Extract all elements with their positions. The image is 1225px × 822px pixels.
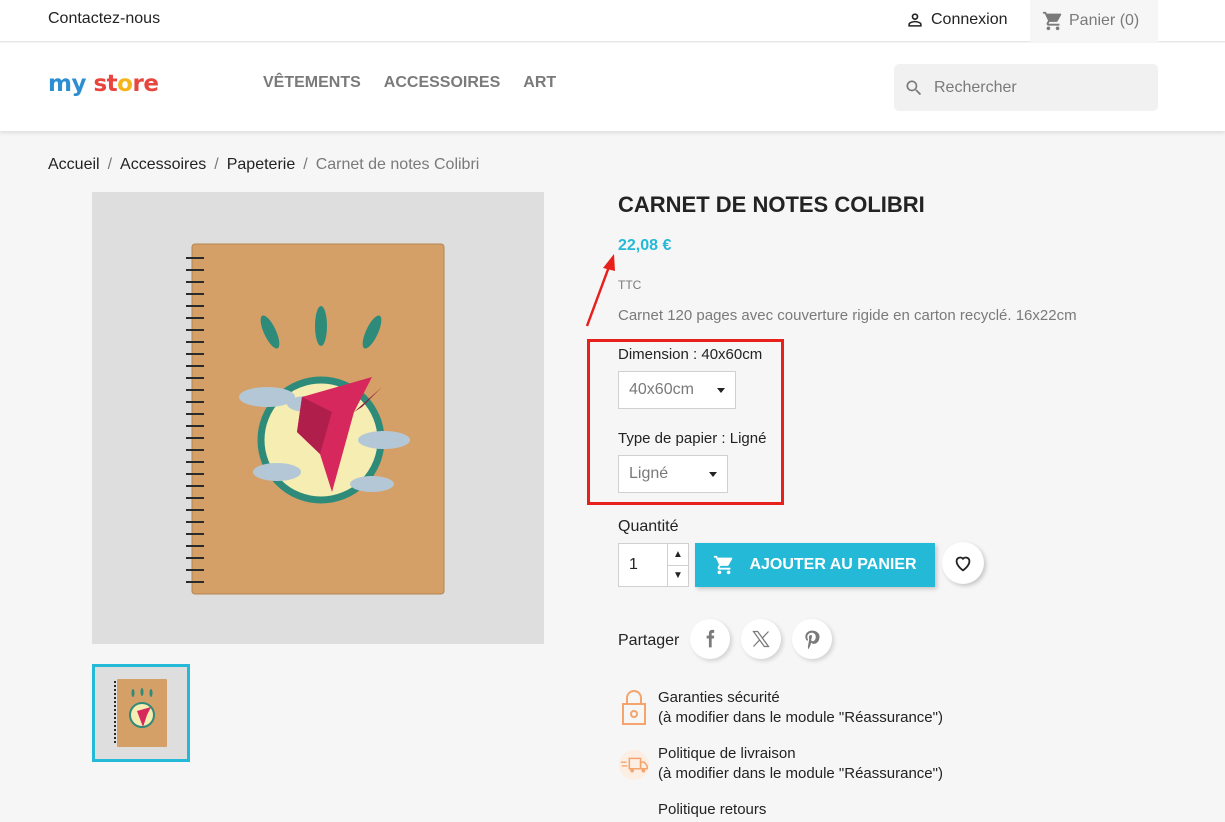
login-link[interactable]: Connexion <box>905 10 1008 30</box>
dimension-select-value: 40x60cm <box>629 381 694 398</box>
user-icon <box>908 13 922 27</box>
menu-item-accessoires[interactable]: ACCESSOIRES <box>384 74 500 92</box>
top-bar: Contactez-nous Connexion Panier (0) <box>0 0 1225 42</box>
breadcrumb-separator: / <box>214 156 219 173</box>
menu-item-art[interactable]: ART <box>523 74 556 92</box>
dimension-label: Dimension : 40x60cm <box>618 346 763 363</box>
cart-icon <box>714 555 733 575</box>
product-price: 22,08 € <box>618 237 672 254</box>
truck-icon <box>618 744 650 782</box>
paper-type-select[interactable]: Ligné <box>618 455 728 493</box>
pinterest-icon <box>805 630 820 649</box>
x-icon <box>752 630 770 648</box>
product-description: Carnet 120 pages avec couverture rigide … <box>618 307 1077 324</box>
cart-button[interactable]: Panier (0) <box>1030 0 1158 42</box>
reassurance-subtitle: (à modifier dans le module "Réassurance"… <box>658 709 943 726</box>
breadcrumb-accueil[interactable]: Accueil <box>48 156 100 174</box>
reassurance-title: Politique retours <box>658 801 767 818</box>
add-to-cart-button[interactable]: AJOUTER AU PANIER <box>695 543 935 587</box>
breadcrumb-accessoires[interactable]: Accessoires <box>120 156 206 174</box>
breadcrumb-current: Carnet de notes Colibri <box>315 156 480 173</box>
store-logo[interactable]: my store <box>48 71 159 97</box>
product-thumbnail[interactable] <box>92 664 190 762</box>
logo-part: my <box>48 71 86 97</box>
logo-part: st <box>93 71 118 97</box>
quantity-up-icon[interactable]: ▲ <box>668 544 688 566</box>
reassurance-title: Garanties sécurité <box>658 689 780 706</box>
heart-icon <box>955 556 971 572</box>
cart-icon <box>1042 11 1062 31</box>
search-box <box>894 64 1158 111</box>
facebook-icon <box>706 629 715 648</box>
wishlist-button[interactable] <box>942 542 984 584</box>
reassurance-item: Garanties sécurité (à modifier dans le m… <box>618 688 943 728</box>
quantity-stepper: ▲ ▼ <box>618 543 689 587</box>
notebook-thumbnail-illustration <box>114 679 167 747</box>
share-pinterest-button[interactable] <box>792 619 832 659</box>
quantity-input[interactable] <box>619 544 667 586</box>
main-header: my store VÊTEMENTS ACCESSOIRES ART <box>0 43 1225 131</box>
quantity-down-icon[interactable]: ▼ <box>668 566 688 587</box>
tax-label: TTC <box>618 278 642 292</box>
share-x-button[interactable] <box>741 619 781 659</box>
product-title: CARNET DE NOTES COLIBRI <box>618 192 925 217</box>
breadcrumb-separator: / <box>303 156 308 173</box>
reassurance-subtitle: (à modifier dans le module "Réassurance"… <box>658 765 943 782</box>
breadcrumb-papeterie[interactable]: Papeterie <box>227 156 296 174</box>
quantity-label: Quantité <box>618 518 679 535</box>
product-main-image[interactable] <box>92 192 544 644</box>
breadcrumb: Accueil / Accessoires / Papeterie / Carn… <box>48 156 479 174</box>
lock-icon <box>618 688 650 726</box>
paper-type-select-value: Ligné <box>629 465 669 482</box>
share-label: Partager <box>618 632 680 649</box>
share-facebook-button[interactable] <box>690 619 730 659</box>
add-to-cart-label: AJOUTER AU PANIER <box>749 556 917 573</box>
reassurance-item: Politique de livraison (à modifier dans … <box>618 744 943 784</box>
reassurance-title: Politique de livraison <box>658 745 796 762</box>
caret-down-icon <box>709 471 717 477</box>
breadcrumb-separator: / <box>107 156 113 173</box>
annotation-arrow <box>585 254 615 327</box>
logo-part: o <box>117 71 133 97</box>
search-input[interactable] <box>934 78 1134 97</box>
search-icon[interactable] <box>904 78 924 98</box>
contact-link[interactable]: Contactez-nous <box>48 10 160 28</box>
dimension-select[interactable]: 40x60cm <box>618 371 736 409</box>
paper-type-label: Type de papier : Ligné <box>618 430 767 447</box>
login-label: Connexion <box>931 11 1008 28</box>
menu-item-vetements[interactable]: VÊTEMENTS <box>263 74 361 92</box>
notebook-illustration <box>186 243 445 595</box>
cart-label: Panier (0) <box>1069 12 1140 29</box>
reassurance-item: Politique retours <box>618 800 766 822</box>
caret-down-icon <box>717 387 725 393</box>
logo-part: re <box>132 71 159 97</box>
box-icon <box>618 800 650 822</box>
main-menu: VÊTEMENTS ACCESSOIRES ART <box>263 74 556 92</box>
